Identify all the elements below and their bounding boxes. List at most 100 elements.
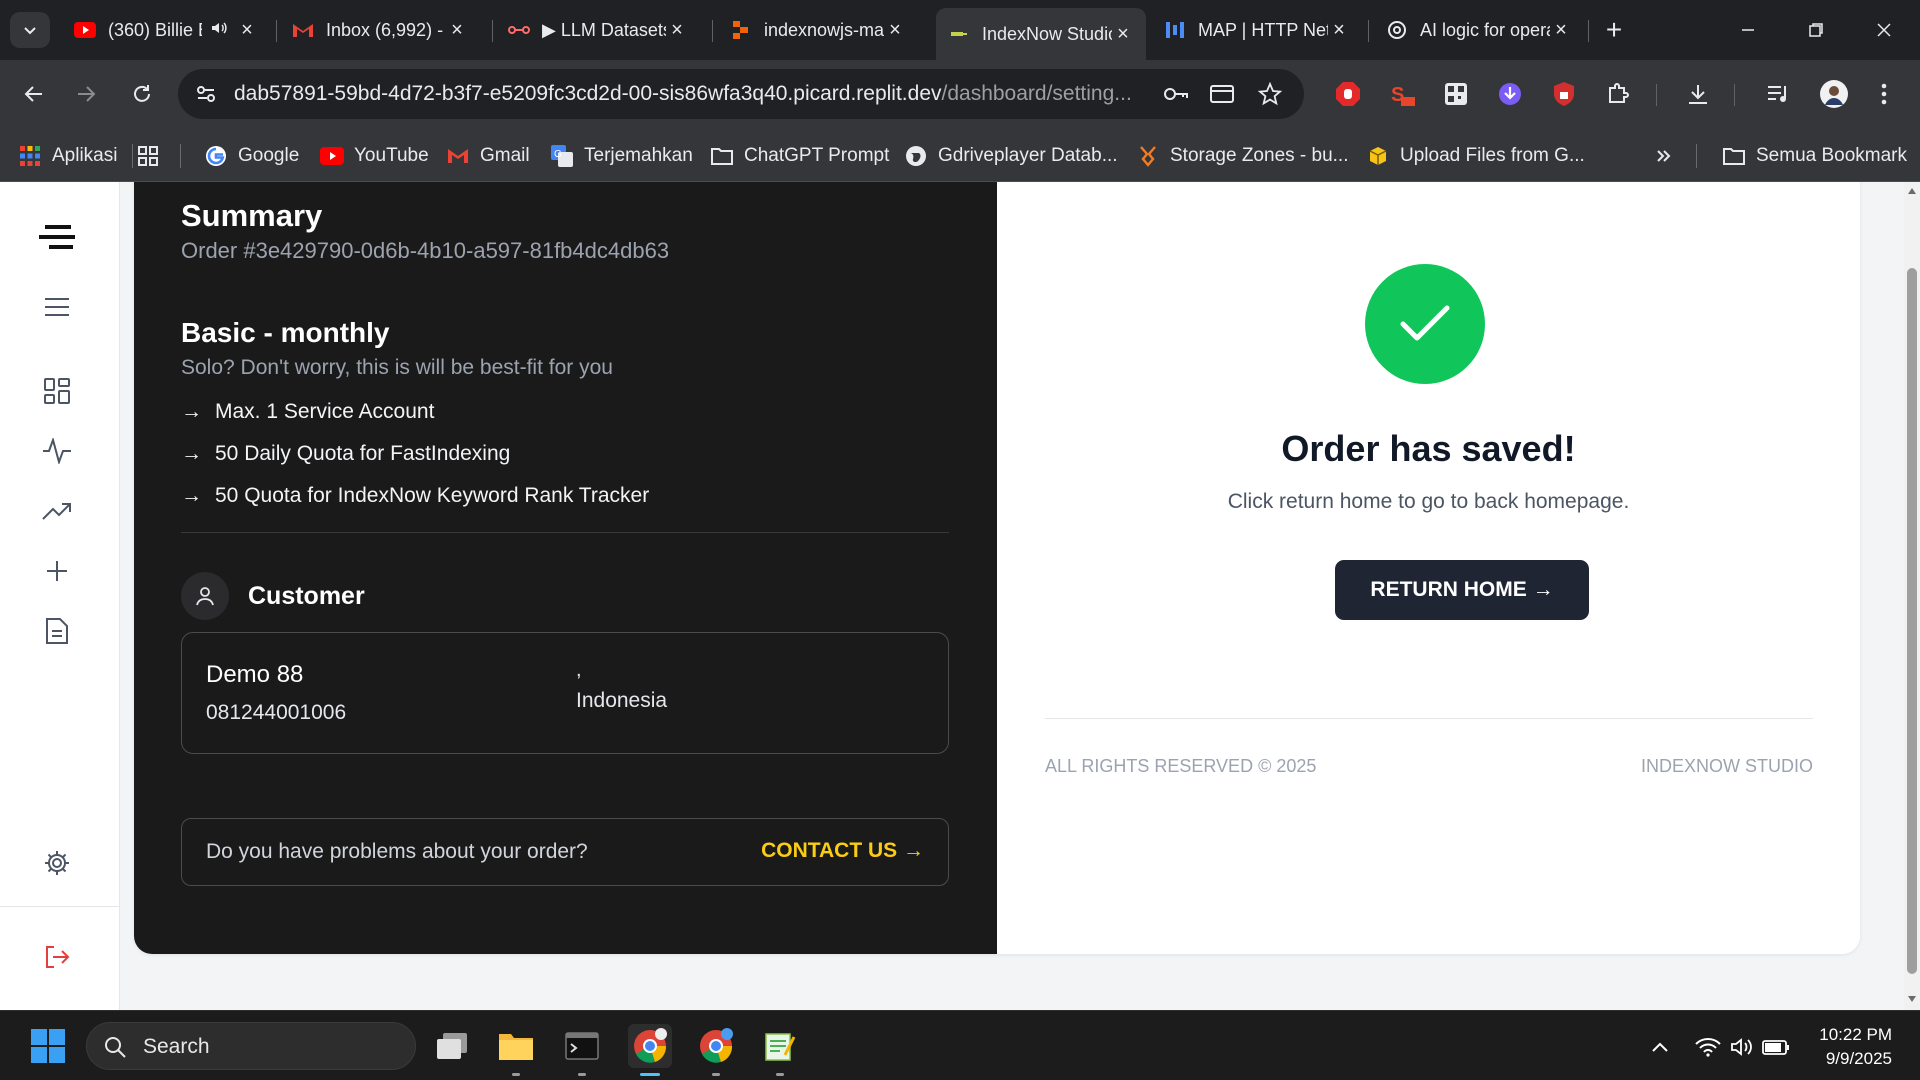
bookmark-translate[interactable]: G Terjemahkan: [550, 142, 693, 170]
indexnow-icon: [948, 23, 970, 45]
download-manager-extension-icon[interactable]: [1494, 78, 1526, 110]
bookmark-star-icon[interactable]: [1256, 80, 1284, 108]
tab-map-http[interactable]: MAP | HTTP Networking ×: [1152, 8, 1362, 52]
section-divider: [181, 532, 949, 533]
system-clock[interactable]: 10:22 PM 9/9/2025: [1819, 1023, 1892, 1071]
speaker-icon[interactable]: [210, 19, 228, 42]
reload-button[interactable]: [124, 76, 160, 112]
terminal-app[interactable]: [560, 1024, 604, 1076]
forward-button[interactable]: [68, 76, 104, 112]
battery-charging-icon[interactable]: [1762, 1033, 1790, 1061]
restore-icon: [1809, 23, 1823, 37]
qr-extension-icon[interactable]: [1440, 78, 1472, 110]
bookmark-youtube[interactable]: YouTube: [320, 142, 429, 170]
bookmark-all-bookmarks[interactable]: Semua Bookmark: [1722, 142, 1907, 170]
trending-up-icon[interactable]: [38, 492, 76, 530]
close-window-button[interactable]: [1860, 12, 1908, 48]
url-text[interactable]: dab57891-59bd-4d72-b3f7-e5209fc3cd2d-00-…: [234, 82, 1146, 106]
close-tab-icon[interactable]: ×: [446, 19, 468, 41]
arrow-left-icon: [24, 86, 42, 102]
bookmark-label: Aplikasi: [52, 145, 118, 166]
tray-overflow-icon[interactable]: [1646, 1033, 1674, 1061]
close-tab-icon[interactable]: ×: [666, 19, 688, 41]
bookmark-separator: [132, 144, 133, 168]
reload-icon: [134, 85, 150, 102]
add-icon[interactable]: [38, 552, 76, 590]
card-icon[interactable]: [1208, 80, 1236, 108]
scroll-down-arrow-icon[interactable]: [1907, 994, 1917, 1004]
google-icon: [204, 144, 228, 168]
address-bar[interactable]: dab57891-59bd-4d72-b3f7-e5209fc3cd2d-00-…: [178, 69, 1304, 119]
minimize-button[interactable]: [1724, 12, 1772, 48]
chrome-app-active[interactable]: [628, 1024, 672, 1076]
adblock-extension-icon[interactable]: [1332, 78, 1364, 110]
bookmark-apps[interactable]: Aplikasi: [18, 142, 117, 170]
logout-icon[interactable]: [38, 938, 76, 976]
contact-us-link[interactable]: CONTACT US →: [761, 839, 924, 863]
arrow-right-icon: →: [181, 442, 202, 465]
tab-title: MAP | HTTP Networking: [1198, 19, 1328, 40]
close-tab-icon[interactable]: ×: [884, 19, 906, 41]
bookmark-chatgpt-prompt[interactable]: ChatGPT Prompt: [710, 142, 889, 170]
scrollbar-thumb[interactable]: [1907, 268, 1917, 974]
site-info-icon[interactable]: [192, 80, 220, 108]
page-scrollbar[interactable]: [1904, 182, 1920, 1010]
media-control-icon[interactable]: [1762, 78, 1794, 110]
return-home-button[interactable]: RETURN HOME →: [1335, 560, 1589, 620]
restore-button[interactable]: [1792, 12, 1840, 48]
chrome-profile-app[interactable]: [694, 1024, 738, 1076]
security-extension-icon[interactable]: [1548, 78, 1580, 110]
bookmark-gdriveplayer[interactable]: Gdriveplayer Datab...: [904, 142, 1118, 170]
dashboard-grid-icon[interactable]: [38, 372, 76, 410]
browser-menu-icon[interactable]: [1868, 78, 1900, 110]
task-view-app[interactable]: [430, 1024, 474, 1068]
tab-strip: (360) Billie Eilish × Inbox (6,992) - × …: [0, 0, 1920, 60]
download-icon[interactable]: [1682, 78, 1714, 110]
feature-item: → 50 Daily Quota for FastIndexing: [181, 442, 510, 466]
profile-avatar[interactable]: [1818, 78, 1850, 110]
tab-llm-datasets[interactable]: ▶ LLM Datasets ×: [496, 8, 700, 52]
folder-icon: [1722, 144, 1746, 168]
feature-label: Max. 1 Service Account: [215, 400, 435, 423]
user-icon: [181, 572, 229, 620]
customer-address: ,: [576, 659, 582, 681]
bookmarks-overflow-button[interactable]: [1652, 142, 1686, 170]
bookmark-storage-zones[interactable]: Storage Zones - bu...: [1136, 142, 1349, 170]
close-tab-icon[interactable]: ×: [1328, 19, 1350, 41]
back-button[interactable]: [16, 76, 52, 112]
seo-extension-icon[interactable]: S: [1386, 78, 1418, 110]
close-tab-icon[interactable]: ×: [1112, 23, 1134, 45]
file-explorer-app[interactable]: [494, 1024, 538, 1076]
activity-icon[interactable]: [38, 432, 76, 470]
password-key-icon[interactable]: [1162, 80, 1190, 108]
extensions-puzzle-icon[interactable]: [1602, 78, 1634, 110]
close-tab-icon[interactable]: ×: [1550, 19, 1572, 41]
bookmark-google[interactable]: Google: [204, 142, 299, 170]
order-card: Summary Order #3e429790-0d6b-4b10-a597-8…: [134, 182, 1860, 954]
document-icon[interactable]: [38, 612, 76, 650]
close-tab-icon[interactable]: ×: [236, 19, 258, 41]
bookmark-gmail[interactable]: Gmail: [446, 142, 530, 170]
scroll-up-arrow-icon[interactable]: [1907, 186, 1917, 196]
bookmark-upload-files[interactable]: Upload Files from G...: [1366, 142, 1585, 170]
chevron-down-icon: [24, 27, 36, 35]
bookmark-tab-groups[interactable]: [136, 142, 170, 170]
logo-icon[interactable]: [38, 218, 76, 256]
notepad-app[interactable]: [758, 1024, 802, 1076]
tab-ai-logic[interactable]: AI logic for operations ×: [1374, 8, 1584, 52]
windows-start-icon[interactable]: [30, 1028, 66, 1064]
help-question: Do you have problems about your order?: [206, 840, 588, 863]
search-icon: [105, 1037, 126, 1058]
tab-gmail[interactable]: Inbox (6,992) - ×: [280, 8, 480, 52]
settings-gear-icon[interactable]: [38, 844, 76, 882]
volume-icon[interactable]: [1728, 1033, 1756, 1061]
tab-indexnow-active[interactable]: IndexNow Studio ×: [936, 8, 1146, 60]
tab-youtube[interactable]: (360) Billie Eilish ×: [62, 8, 270, 52]
taskbar-search[interactable]: Search: [86, 1022, 416, 1070]
tab-replit[interactable]: indexnowjs-main ×: [718, 8, 918, 52]
new-tab-button[interactable]: +: [1598, 14, 1630, 46]
tab-search-button[interactable]: [10, 12, 50, 48]
wifi-icon[interactable]: [1694, 1033, 1722, 1061]
menu-icon[interactable]: [38, 288, 76, 326]
running-indicator: [712, 1073, 720, 1076]
